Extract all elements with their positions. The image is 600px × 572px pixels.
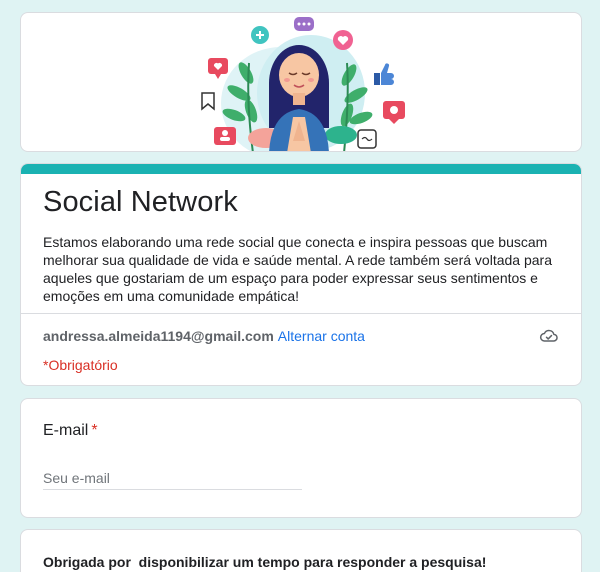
question-card-email: E-mail * <box>20 398 582 518</box>
email-field[interactable] <box>43 466 302 490</box>
location-pin-icon <box>383 101 405 124</box>
required-note: *Obrigatório <box>43 357 118 373</box>
bookmark-icon <box>201 92 215 111</box>
heart-message-icon <box>208 58 228 79</box>
question-label: E-mail * <box>43 422 98 440</box>
thumbs-up-icon <box>374 63 394 85</box>
form-description: Estamos elaborando uma rede social que c… <box>43 234 552 304</box>
video-frame-icon <box>357 129 377 149</box>
switch-account-link[interactable]: Alternar conta <box>278 328 365 344</box>
required-star: * <box>91 422 98 439</box>
account-email: andressa.almeida1194@gmail.com <box>43 328 274 344</box>
thanks-message: Obrigada por disponibilizar um tempo par… <box>43 554 487 570</box>
header-banner <box>20 12 582 152</box>
accent-bar <box>21 164 581 174</box>
cloud-saved-icon[interactable] <box>539 326 559 346</box>
thanks-card: Obrigada por disponibilizar um tempo par… <box>20 529 582 572</box>
plus-bubble-icon <box>251 26 269 44</box>
account-row: andressa.almeida1194@gmail.com Alternar … <box>43 326 559 346</box>
heart-bubble-icon <box>333 30 353 50</box>
form-title: Social Network <box>43 186 238 218</box>
banner-illustration <box>201 17 405 151</box>
user-message-icon <box>214 127 236 145</box>
question-title: E-mail <box>43 422 89 439</box>
chat-bubble-icon <box>294 17 314 31</box>
divider <box>21 313 581 314</box>
form-header-card: Social Network Estamos elaborando uma re… <box>20 163 582 386</box>
